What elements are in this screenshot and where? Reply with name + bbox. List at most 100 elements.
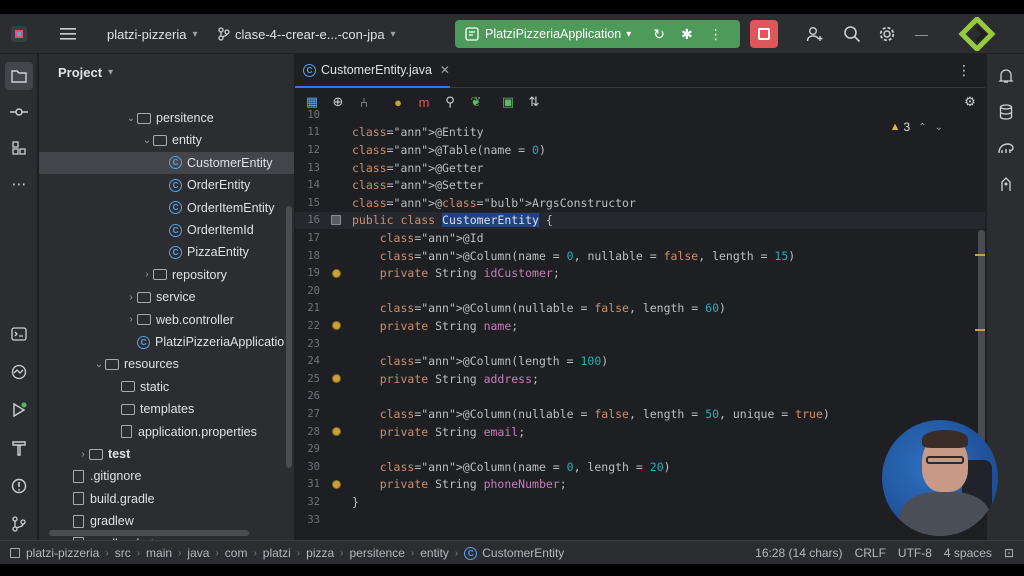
problems-icon[interactable] [5, 472, 33, 500]
project-panel-header[interactable]: Project ▾ [39, 54, 294, 90]
gradle-icon[interactable] [992, 134, 1020, 162]
code-line[interactable]: 25 private String address; [295, 370, 985, 388]
app-logo-icon[interactable] [10, 14, 28, 54]
project-selector[interactable]: platzi-pizzeria ▾ [107, 14, 198, 54]
tree-item[interactable]: static [39, 376, 294, 398]
build-hammer-icon[interactable] [5, 434, 33, 462]
code-line[interactable]: 12 class="ann">@Table(name = 0) [295, 141, 985, 159]
tree-item[interactable]: › web.controller [39, 309, 294, 331]
line-separator[interactable]: CRLF [855, 546, 886, 560]
gear-icon[interactable] [878, 14, 896, 54]
tab-customer-entity[interactable]: C CustomerEntity.java ✕ [295, 54, 450, 88]
ai-assistant-icon[interactable] [992, 170, 1020, 198]
search-icon[interactable] [843, 14, 861, 54]
tree-item[interactable]: ⌄ persitence [39, 107, 294, 129]
minimize-icon[interactable]: — [915, 14, 928, 54]
tab-options-icon[interactable]: ⋮ [957, 62, 971, 79]
tree-item[interactable]: C PlatziPizzeriaApplicatio [39, 331, 294, 353]
chevron-right-icon[interactable]: › [125, 314, 137, 325]
field-marker-icon[interactable] [331, 374, 341, 384]
tree-item[interactable]: .gitignore [39, 465, 294, 487]
branch-selector[interactable]: clase-4--crear-e...-con-jpa ▾ [218, 14, 396, 54]
warning-marker[interactable] [975, 254, 985, 256]
tree-item[interactable]: C OrderItemEntity [39, 197, 294, 219]
breadcrumb-item[interactable]: entity [420, 546, 449, 560]
field-marker-icon[interactable] [331, 321, 341, 331]
rerun-icon[interactable]: ↻ [653, 26, 665, 43]
code-line[interactable]: 24 class="ann">@Column(length = 100) [295, 352, 985, 370]
code-line[interactable]: 26 [295, 388, 985, 406]
breadcrumb-item[interactable]: persitence [350, 546, 405, 560]
tree-item[interactable]: C CustomerEntity [39, 151, 294, 174]
warning-marker[interactable] [975, 329, 985, 331]
code-line[interactable]: 20 [295, 282, 985, 300]
tree-item[interactable]: templates [39, 398, 294, 420]
code-line[interactable]: 28 private String email; [295, 423, 985, 441]
notifications-icon[interactable] [992, 62, 1020, 90]
chevron-right-icon[interactable]: › [125, 292, 137, 303]
terminal-icon[interactable] [5, 320, 33, 348]
chevron-down-icon[interactable]: ⌄ [141, 135, 153, 146]
code-line[interactable]: 14 class="ann">@Setter [295, 176, 985, 194]
tree-item[interactable]: ⌄ entity [39, 129, 294, 151]
breadcrumb-item[interactable]: src [115, 546, 131, 560]
breadcrumb-item[interactable]: platzi [263, 546, 291, 560]
code-line[interactable]: 22 private String name; [295, 317, 985, 335]
tree-item[interactable]: build.gradle [39, 488, 294, 510]
code-line[interactable]: 13 class="ann">@Getter [295, 159, 985, 177]
git-icon[interactable] [5, 510, 33, 538]
breadcrumb-item[interactable]: main [146, 546, 172, 560]
chevron-down-icon[interactable]: ⌄ [125, 113, 137, 124]
tree-item[interactable]: C PizzaEntity [39, 241, 294, 263]
code-line[interactable]: 18 class="ann">@Column(name = 0, nullabl… [295, 247, 985, 265]
file-encoding[interactable]: UTF-8 [898, 546, 932, 560]
tree-item[interactable]: C OrderItemId [39, 219, 294, 241]
code-line[interactable]: 27 class="ann">@Column(nullable = false,… [295, 405, 985, 423]
breadcrumb-item[interactable]: C CustomerEntity [464, 546, 564, 560]
more-tools-icon[interactable]: ⋯ [5, 170, 33, 198]
run-configuration[interactable]: PlatziPizzeriaApplication ▾ ↻ ✱ ⋮ [455, 20, 740, 48]
tree-item[interactable]: › repository [39, 264, 294, 286]
code-line[interactable]: 15 class="ann">@class="bulb">ArgsConstruc… [295, 194, 985, 212]
code-line[interactable]: 11 class="ann">@Entity [295, 124, 985, 142]
breadcrumb-item[interactable]: java [187, 546, 209, 560]
chevron-down-icon[interactable]: ⌄ [93, 359, 105, 370]
field-marker-icon[interactable] [331, 427, 341, 437]
database-tool-icon[interactable] [992, 98, 1020, 126]
stop-button[interactable] [750, 20, 778, 48]
tree-item[interactable]: › service [39, 286, 294, 308]
field-marker-icon[interactable] [331, 268, 341, 278]
chevron-right-icon[interactable]: › [141, 269, 153, 280]
project-folder-icon[interactable] [5, 62, 33, 90]
chevron-right-icon[interactable]: › [77, 449, 89, 460]
add-user-icon[interactable] [806, 14, 824, 54]
run-icon[interactable] [5, 396, 33, 424]
project-scrollbar[interactable] [286, 206, 292, 468]
code-line[interactable]: 23 [295, 335, 985, 353]
cursor-position[interactable]: 16:28 (14 chars) [755, 546, 842, 560]
tree-item[interactable]: ⌄ resources [39, 353, 294, 375]
tree-item[interactable]: › test [39, 443, 294, 465]
main-menu-icon[interactable] [60, 14, 78, 54]
indent-setting[interactable]: 4 spaces [944, 546, 992, 560]
breadcrumb-item[interactable]: com [225, 546, 248, 560]
services-icon[interactable] [5, 358, 33, 386]
code-line[interactable]: 16 public class CustomerEntity { [295, 211, 985, 230]
debug-icon[interactable]: ✱ [681, 26, 693, 43]
lock-icon[interactable]: ⊡ [1004, 546, 1014, 560]
code-line[interactable]: 17 class="ann">@Id [295, 229, 985, 247]
entity-gutter-icon[interactable] [331, 215, 341, 226]
code-line[interactable]: 21 class="ann">@Column(nullable = false,… [295, 300, 985, 318]
project-horizontal-scrollbar[interactable] [49, 530, 249, 536]
code-line[interactable]: 19 private String idCustomer; [295, 264, 985, 282]
structure-icon[interactable] [5, 134, 33, 162]
breadcrumb-item[interactable]: platzi-pizzeria [10, 546, 99, 560]
breadcrumb-item[interactable]: pizza [306, 546, 334, 560]
tree-item[interactable]: C OrderEntity [39, 174, 294, 196]
code-line[interactable]: 29 [295, 440, 985, 458]
tree-item[interactable]: application.properties [39, 421, 294, 443]
code-line[interactable]: 33 [295, 511, 985, 529]
more-actions-icon[interactable]: ⋮ [709, 26, 723, 43]
close-icon[interactable]: ✕ [440, 63, 450, 77]
field-marker-icon[interactable] [331, 479, 341, 489]
